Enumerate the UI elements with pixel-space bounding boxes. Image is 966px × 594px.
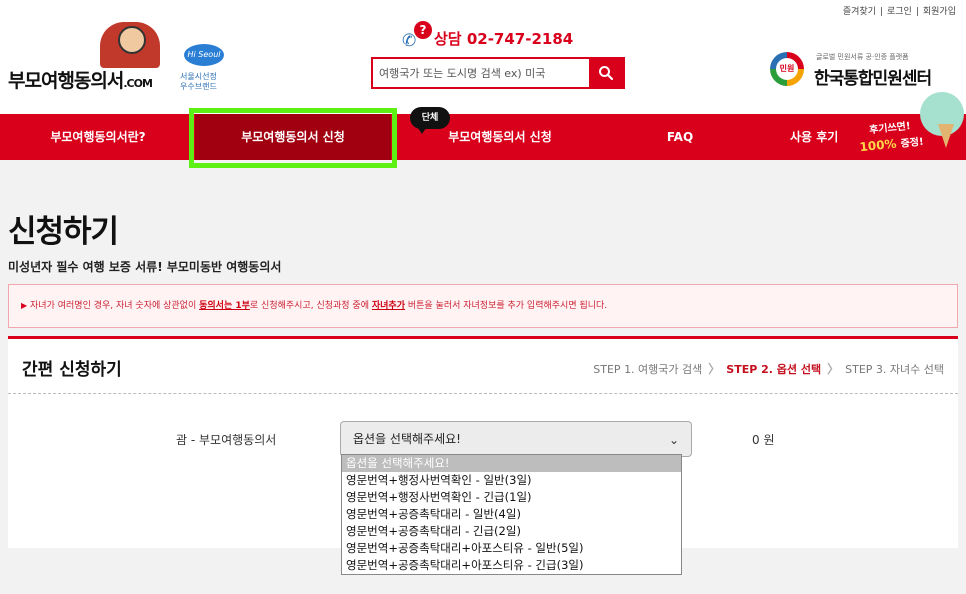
dropdown-option[interactable]: 영문번역+공증촉탁대리 - 일반(4일) <box>342 506 681 523</box>
nav-about[interactable]: 부모여행동의서란? <box>18 114 178 160</box>
korea-civil-center-logo[interactable]: 민원 글로벌 민원서류 공·인증 플랫폼 한국통합민원센터 <box>770 48 962 92</box>
superhero-mascot-icon <box>100 22 160 68</box>
search-icon <box>599 66 614 81</box>
step-3: STEP 3. 자녀수 선택 <box>845 362 944 376</box>
price-value: 0 원 <box>752 433 775 447</box>
group-badge: 단체 <box>410 107 450 134</box>
top-links: 즐겨찾기 | 로그인 | 회원가입 <box>842 7 956 17</box>
search-button[interactable] <box>589 59 623 87</box>
phone-contact: ✆ ? 상담 02-747-2184 <box>402 20 574 51</box>
option-select[interactable]: 옵션을 선택해주세요! ⌄ <box>340 421 692 457</box>
dropdown-option[interactable]: 옵션을 선택해주세요! <box>342 455 681 472</box>
chevron-right-icon: 〉 <box>708 362 721 376</box>
panel-title: 간편 신청하기 <box>22 360 122 380</box>
chevron-right-icon: 〉 <box>827 362 840 376</box>
seoul-brand-text: 서울시선정 우수브랜드 <box>180 72 217 91</box>
product-label: 괌 - 부모여행동의서 <box>176 433 277 447</box>
step-2: STEP 2. 옵션 선택 <box>726 362 822 376</box>
login-link[interactable]: 로그인 <box>887 7 912 17</box>
logo-wordmark: 부모여행동의서.COM <box>8 70 153 92</box>
notice-box: ▶ 자녀가 여러명인 경우, 자녀 숫자에 상관없이 동의서는 1부로 신청해주… <box>8 284 958 328</box>
dropdown-option[interactable]: 영문번역+공증촉탁대리+아포스티유 - 긴급(3일) <box>342 557 681 574</box>
site-logo[interactable]: Hi Seoul 부모여행동의서.COM 서울시선정 우수브랜드 <box>8 22 238 94</box>
page-subtitle: 미성년자 필수 여행 보증 서류! 부모미동반 여행동의서 <box>8 260 282 274</box>
bookmark-link[interactable]: 즐겨찾기 <box>843 7 876 17</box>
nav-faq[interactable]: FAQ <box>630 114 730 160</box>
search-input[interactable] <box>373 59 589 87</box>
panel-divider <box>8 393 958 394</box>
option-dropdown-list: 옵션을 선택해주세요! 영문번역+행정사번역확인 - 일반(3일) 영문번역+행… <box>341 454 682 575</box>
step-1: STEP 1. 여행국가 검색 <box>593 362 703 376</box>
step-indicator: STEP 1. 여행국가 검색 〉 STEP 2. 옵션 선택 〉 STEP 3… <box>593 360 944 377</box>
search-bar <box>371 57 625 89</box>
phone-number: 상담 02-747-2184 <box>434 30 574 48</box>
site-header: 즐겨찾기 | 로그인 | 회원가입 Hi Seoul 부모여행동의서.COM 서울시선정… <box>0 0 966 114</box>
nav-highlight-box <box>189 108 397 168</box>
signup-link[interactable]: 회원가입 <box>923 7 956 17</box>
dropdown-option[interactable]: 영문번역+행정사번역확인 - 일반(3일) <box>342 472 681 489</box>
main-nav: 부모여행동의서란? 부모여행동의서 신청 부모여행동의서 신청 FAQ 사용 후… <box>0 114 966 160</box>
dropdown-option[interactable]: 영문번역+행정사번역확인 - 긴급(1일) <box>342 489 681 506</box>
phone-icon: ✆ ? <box>402 20 432 51</box>
chevron-down-icon: ⌄ <box>668 433 679 447</box>
dropdown-option[interactable]: 영문번역+공증촉탁대리 - 긴급(2일) <box>342 523 681 540</box>
dropdown-option[interactable]: 영문번역+공증촉탁대리+아포스티유 - 일반(5일) <box>342 540 681 557</box>
hi-seoul-badge: Hi Seoul <box>184 44 224 66</box>
notice-arrow-icon: ▶ <box>21 301 28 310</box>
page-title: 신청하기 <box>8 214 119 250</box>
civil-center-icon: 민원 <box>770 52 804 86</box>
